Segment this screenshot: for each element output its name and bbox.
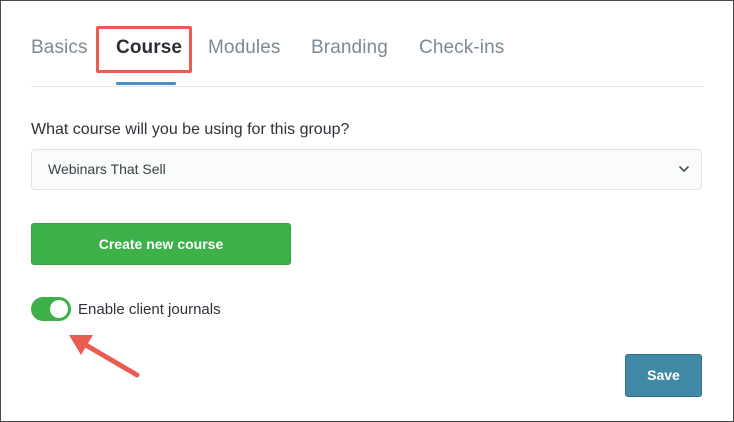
client-journals-label: Enable client journals <box>78 301 221 318</box>
arrow-icon <box>69 335 140 378</box>
toggle-knob <box>50 300 68 318</box>
settings-tabs: Basics Course Modules Branding Check-ins <box>31 29 703 87</box>
tab-course[interactable]: Course <box>116 37 182 59</box>
tab-modules[interactable]: Modules <box>208 37 281 59</box>
create-new-course-button[interactable]: Create new course <box>31 223 291 265</box>
tab-basics[interactable]: Basics <box>31 37 88 59</box>
save-button[interactable]: Save <box>625 354 702 397</box>
course-settings-panel: Basics Course Modules Branding Check-ins… <box>0 0 734 422</box>
active-tab-underline <box>116 82 176 85</box>
chevron-down-icon <box>679 166 689 172</box>
course-select[interactable]: Webinars That Sell <box>31 149 702 190</box>
tab-branding[interactable]: Branding <box>311 37 388 59</box>
tabs-divider <box>31 86 703 87</box>
tab-check-ins[interactable]: Check-ins <box>419 37 504 59</box>
course-select-value: Webinars That Sell <box>48 161 166 177</box>
client-journals-toggle[interactable] <box>31 297 71 321</box>
course-question-label: What course will you be using for this g… <box>31 121 350 138</box>
